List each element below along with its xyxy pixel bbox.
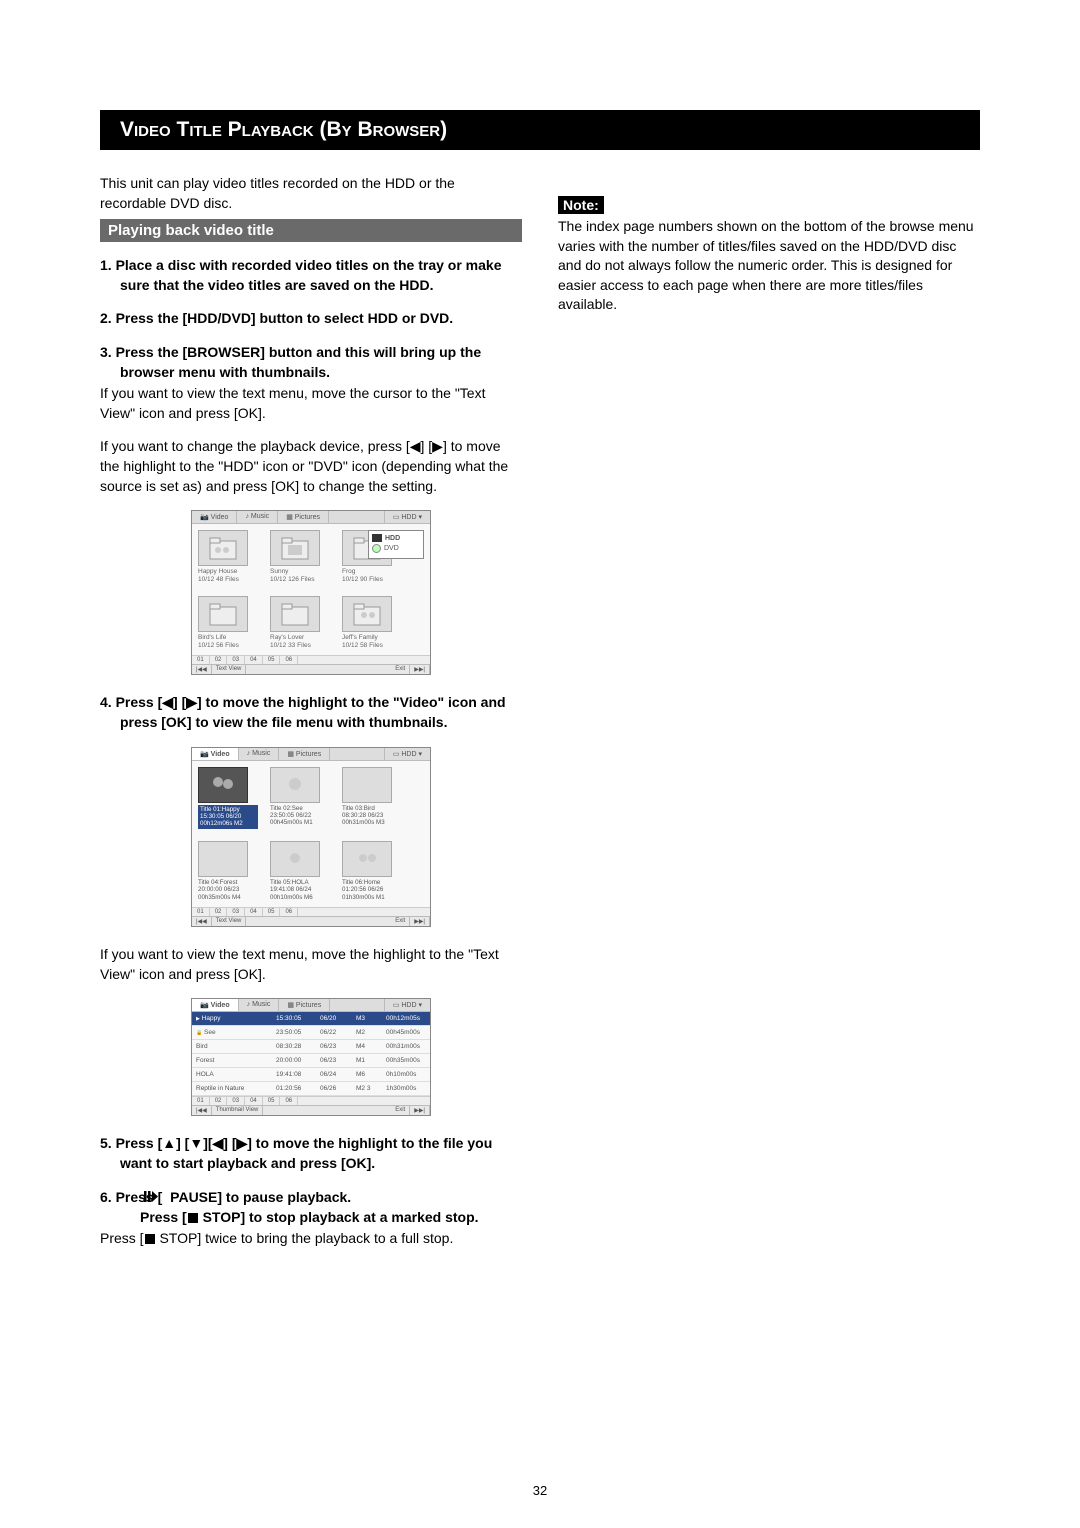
step-6-body: Press [ STOP] twice to bring the playbac… <box>100 1229 522 1249</box>
folder-thumb: Sunny10/12 126 Files <box>270 530 330 584</box>
skip-next-icon: ▶▶| <box>410 1106 430 1115</box>
folder-thumb: Ray's Lover10/12 33 Files <box>270 596 330 650</box>
tab-pictures: ▦ Pictures <box>279 748 330 760</box>
page-cell: 03 <box>227 1097 245 1105</box>
device-indicator: ▭ HDD ▾ <box>384 748 430 760</box>
skip-next-icon: ▶▶| <box>410 917 430 926</box>
step-4: 4. Press [◀] [▶] to move the highlight t… <box>100 693 522 732</box>
tab-music: ♪ Music <box>239 999 280 1011</box>
text-view-button: Text View <box>212 917 247 926</box>
subheader: Playing back video title <box>100 219 522 242</box>
page-cell: 04 <box>245 1097 263 1105</box>
page-cell: 05 <box>263 656 281 664</box>
folder-thumb: Jeff's Family10/12 58 Files <box>342 596 402 650</box>
stop-icon <box>145 1234 155 1244</box>
page-cell: 06 <box>280 908 298 916</box>
page-cell: 01 <box>192 1097 210 1105</box>
title-thumb: Title 05:HOLA19:41:08 06/2400h10m00s M6 <box>270 841 330 901</box>
list-item: ▶ Happy 15:30:0506/20M300h12m05s <box>192 1012 430 1026</box>
page-cell: 03 <box>227 656 245 664</box>
page-cell: 03 <box>227 908 245 916</box>
skip-prev-icon: |◀◀ <box>192 917 212 926</box>
step-2: 2. Press the [HDD/DVD] button to select … <box>100 309 522 329</box>
skip-next-icon: ▶▶| <box>410 665 430 674</box>
left-column: This unit can play video titles recorded… <box>100 174 522 1263</box>
title-thumb: Title 04:Forest20:00:00 06/2300h35m00s M… <box>198 841 258 901</box>
title-thumb: Title 03:Bird08:30:28 06/2300h31m00s M3 <box>342 767 402 829</box>
page-cell: 06 <box>280 656 298 664</box>
step-4-body: If you want to view the text menu, move … <box>100 945 522 984</box>
step-3: 3. Press the [BROWSER] button and this w… <box>100 343 522 382</box>
tab-pictures: ▦ Pictures <box>278 511 329 523</box>
tab-music: ♪ Music <box>239 748 280 760</box>
folder-thumb: Bird's Life10/12 56 Files <box>198 596 258 650</box>
exit-button: Exit <box>391 917 410 926</box>
list-item: Bird 08:30:2806/23M400h31m00s <box>192 1040 430 1054</box>
page-cell: 02 <box>210 1097 228 1105</box>
stop-icon <box>188 1213 198 1223</box>
page-cell: 05 <box>263 908 281 916</box>
list-item: HOLA 19:41:0806/24M60h10m00s <box>192 1068 430 1082</box>
browser-screenshot-1: 📷 Video ♪ Music ▦ Pictures ▭ HDD ▾ HDD D… <box>191 510 431 675</box>
tab-pictures: ▦ Pictures <box>279 999 330 1011</box>
step-1: 1. Place a disc with recorded video titl… <box>100 256 522 295</box>
thumbnail-view-button: Thumbnail View <box>212 1106 264 1115</box>
page-cell: 01 <box>192 908 210 916</box>
title-thumb: Title 06:Home01:20:56 06/2601h30m00s M1 <box>342 841 402 901</box>
page-cell: 05 <box>263 1097 281 1105</box>
device-indicator: ▭ HDD ▾ <box>384 999 430 1011</box>
right-column: Note: The index page numbers shown on th… <box>558 174 980 1263</box>
title-thumb: Title 02:See23:50:05 06/2200h45m00s M1 <box>270 767 330 829</box>
title-thumb: Title 01:Happy15:30:05 06/2000h12m06s M2 <box>198 767 258 829</box>
browser-screenshot-3: 📷 Video ♪ Music ▦ Pictures ▭ HDD ▾ ▶ Hap… <box>191 998 431 1116</box>
list-item: Forest 20:00:0006/23M100h35m00s <box>192 1054 430 1068</box>
note-label: Note: <box>558 196 604 214</box>
folder-thumb: Happy House10/12 48 Files <box>198 530 258 584</box>
step-3-body-a: If you want to view the text menu, move … <box>100 384 522 423</box>
device-popup: HDD DVD <box>368 530 424 559</box>
page-cell: 01 <box>192 656 210 664</box>
page-cell: 02 <box>210 656 228 664</box>
page-number: 32 <box>0 1483 1080 1498</box>
page-cell: 04 <box>245 656 263 664</box>
step-3-body-b: If you want to change the playback devic… <box>100 437 522 496</box>
step-5: 5. Press [▲] [▼][◀] [▶] to move the high… <box>100 1134 522 1173</box>
intro-text: This unit can play video titles recorded… <box>100 174 522 213</box>
page-cell: 06 <box>280 1097 298 1105</box>
skip-prev-icon: |◀◀ <box>192 1106 212 1115</box>
section-title: Video Title Playback (By Browser) <box>100 110 980 150</box>
browser-screenshot-2: 📷 Video ♪ Music ▦ Pictures ▭ HDD ▾ Title… <box>191 747 431 928</box>
skip-prev-icon: |◀◀ <box>192 665 212 674</box>
exit-button: Exit <box>391 1106 410 1115</box>
list-item: Reptile in Nature 01:20:5606/26M2 31h30m… <box>192 1082 430 1096</box>
page-cell: 02 <box>210 908 228 916</box>
exit-button: Exit <box>391 665 410 674</box>
tab-video: 📷 Video <box>192 748 239 760</box>
note-body: The index page numbers shown on the bott… <box>558 217 980 315</box>
device-indicator: ▭ HDD ▾ <box>384 511 430 523</box>
tab-music: ♪ Music <box>237 511 278 523</box>
page-cell: 04 <box>245 908 263 916</box>
tab-video: 📷 Video <box>192 511 237 523</box>
step-6: 6. Press [ PAUSE] to pause playback. Pre… <box>100 1188 522 1228</box>
text-view-button: Text View <box>212 665 247 674</box>
list-item: 🔒 See 23:50:0506/22M200h45m00s <box>192 1026 430 1040</box>
tab-video: 📷 Video <box>192 999 239 1011</box>
